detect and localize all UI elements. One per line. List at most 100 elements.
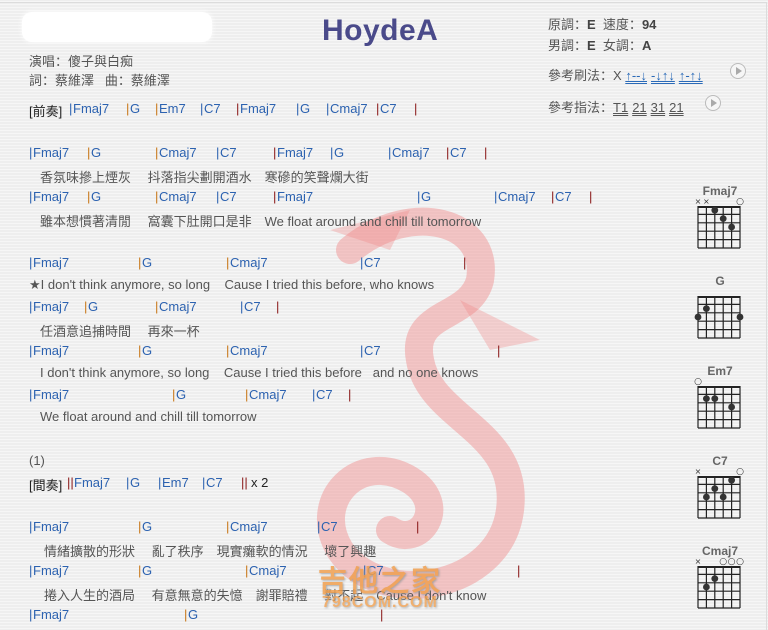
chord-cmaj7[interactable]: Cmaj7: [330, 101, 368, 116]
chord-c7[interactable]: C7: [364, 343, 381, 358]
chord-c7[interactable]: C7: [364, 255, 381, 270]
female-key-value[interactable]: A: [642, 38, 651, 53]
male-key-value[interactable]: E: [587, 38, 596, 53]
bar-line: |: [155, 145, 159, 160]
chord-g[interactable]: G: [91, 145, 101, 160]
bar-line: |: [312, 387, 316, 402]
lyricist-name[interactable]: 蔡維澤: [55, 73, 94, 88]
chord-cmaj7[interactable]: Cmaj7: [230, 519, 268, 534]
finger-dot: [711, 575, 719, 582]
chord-g[interactable]: G: [130, 101, 140, 116]
chord-cmaj7[interactable]: Cmaj7: [230, 343, 268, 358]
chord-g[interactable]: G: [142, 519, 152, 534]
chord-c7[interactable]: C7: [244, 299, 261, 314]
chord-em7[interactable]: Em7: [162, 475, 189, 490]
watermark-url: 798COM.COM: [322, 594, 438, 611]
bar-line: |: [236, 101, 240, 116]
chord-g[interactable]: G: [188, 607, 198, 622]
chord-fmaj7[interactable]: Fmaj7: [33, 519, 69, 534]
bar-line: |: [360, 255, 364, 270]
chord-fmaj7[interactable]: Fmaj7: [33, 607, 69, 622]
chord-fmaj7[interactable]: Fmaj7: [33, 189, 69, 204]
finger-dot: [719, 493, 727, 501]
bar-line: |: [184, 607, 188, 622]
chord-fmaj7[interactable]: Fmaj7: [33, 145, 69, 160]
chord-c7[interactable]: C7: [220, 189, 237, 204]
chord-g[interactable]: G: [91, 189, 101, 204]
chord-g[interactable]: G: [142, 255, 152, 270]
chord-cmaj7[interactable]: Cmaj7: [249, 387, 287, 402]
chord-fmaj7[interactable]: Fmaj7: [73, 101, 109, 116]
chord-cmaj7[interactable]: Cmaj7: [498, 189, 536, 204]
chord-fmaj7[interactable]: Fmaj7: [33, 387, 69, 402]
strum-group: ↑-↑↓: [678, 68, 703, 83]
bar-line: |: [155, 101, 159, 116]
chord-cmaj7[interactable]: Cmaj7: [159, 145, 197, 160]
bar-line: |: [494, 189, 498, 204]
chord-g[interactable]: G: [176, 387, 186, 402]
song-title: HoydeA: [322, 14, 439, 47]
chord-c7[interactable]: C7: [204, 101, 221, 116]
bar-line: |: [517, 563, 521, 578]
bar-line: |: [29, 343, 33, 358]
chord-g[interactable]: G: [300, 101, 310, 116]
chord-fmaj7[interactable]: Fmaj7: [277, 145, 313, 160]
strum-group: ↑--↓: [625, 68, 647, 83]
finger-pattern-line: 參考指法：T1 21 31 21: [548, 97, 688, 116]
chord-c7[interactable]: C7: [555, 189, 572, 204]
composer-name[interactable]: 蔡維澤: [131, 73, 170, 88]
chord-fmaj7[interactable]: Fmaj7: [33, 255, 69, 270]
bar-line: |: [216, 145, 220, 160]
original-key-label: 原調：: [548, 17, 588, 32]
strum-group: -↓↑↓: [650, 68, 675, 83]
section-label-interlude: [間奏]: [29, 478, 63, 493]
chord-cmaj7[interactable]: Cmaj7: [249, 563, 287, 578]
chord-g[interactable]: G: [142, 343, 152, 358]
finger-dot: [728, 223, 735, 231]
chord-fmaj7[interactable]: Fmaj7: [240, 101, 276, 116]
tempo-value: 94: [641, 17, 657, 32]
chord-fmaj7[interactable]: Fmaj7: [33, 563, 69, 578]
play-strum-button[interactable]: [730, 63, 746, 79]
chord-c7[interactable]: C7: [316, 387, 333, 402]
bar-line: |: [155, 189, 159, 204]
bar-line: |: [200, 101, 204, 116]
bar-line: |: [29, 563, 33, 578]
chord-cmaj7[interactable]: Cmaj7: [230, 255, 268, 270]
bar-line: ||: [241, 475, 248, 490]
chord-em7[interactable]: Em7: [159, 101, 186, 116]
chord-g[interactable]: G: [88, 299, 98, 314]
singer-name[interactable]: 傻子與白痴: [68, 54, 133, 69]
chord-fmaj7[interactable]: Fmaj7: [33, 343, 69, 358]
chord-cmaj7[interactable]: Cmaj7: [392, 145, 430, 160]
play-finger-button[interactable]: [705, 95, 721, 111]
lyric-line: 任酒意追捕時間 再來一杯: [40, 324, 200, 339]
lyric-line: I don't think anymore, so long Cause I t…: [40, 365, 479, 380]
chord-c7[interactable]: C7: [220, 145, 237, 160]
chord-c7[interactable]: C7: [380, 101, 397, 116]
chord-c7[interactable]: C7: [206, 475, 223, 490]
bar-line: |: [69, 101, 73, 116]
bar-line: |: [29, 387, 33, 402]
chord-fmaj7[interactable]: Fmaj7: [33, 299, 69, 314]
chord-c7[interactable]: C7: [450, 145, 467, 160]
chord-g[interactable]: G: [421, 189, 431, 204]
bar-line: |: [126, 475, 130, 490]
chord-fmaj7[interactable]: Fmaj7: [277, 189, 313, 204]
bar-line: |: [155, 299, 159, 314]
chord-g[interactable]: G: [142, 563, 152, 578]
chord-c7[interactable]: C7: [321, 519, 338, 534]
finger-group: 21: [669, 100, 684, 115]
chord-cmaj7[interactable]: Cmaj7: [159, 299, 197, 314]
strum-prefix: X: [613, 68, 622, 83]
chord-cmaj7[interactable]: Cmaj7: [159, 189, 197, 204]
muted-string-mark: ×: [703, 197, 710, 206]
redacted-region: [22, 12, 212, 42]
bar-line: |: [29, 189, 33, 204]
open-string-mark: ○: [694, 377, 702, 387]
chord-g[interactable]: G: [334, 145, 344, 160]
bar-line: |: [463, 255, 467, 270]
chord-g[interactable]: G: [130, 475, 140, 490]
chord-fmaj7[interactable]: Fmaj7: [74, 475, 110, 490]
open-string-mark: ○: [736, 467, 744, 477]
